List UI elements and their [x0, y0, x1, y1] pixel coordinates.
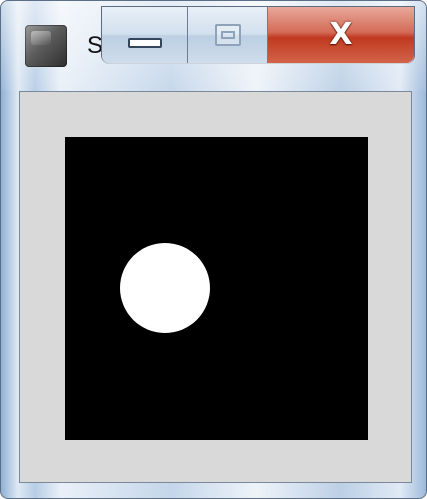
app-window: S X	[0, 0, 427, 499]
close-button[interactable]: X	[268, 7, 414, 63]
drawing-canvas[interactable]	[65, 137, 368, 440]
minimize-icon	[127, 38, 162, 48]
maximize-button[interactable]	[188, 7, 268, 63]
close-icon: X	[329, 17, 353, 52]
app-icon[interactable]	[25, 25, 67, 67]
ball	[120, 243, 210, 333]
maximize-icon	[214, 24, 241, 46]
minimize-button[interactable]	[102, 7, 188, 63]
caption-buttons: X	[102, 7, 414, 63]
